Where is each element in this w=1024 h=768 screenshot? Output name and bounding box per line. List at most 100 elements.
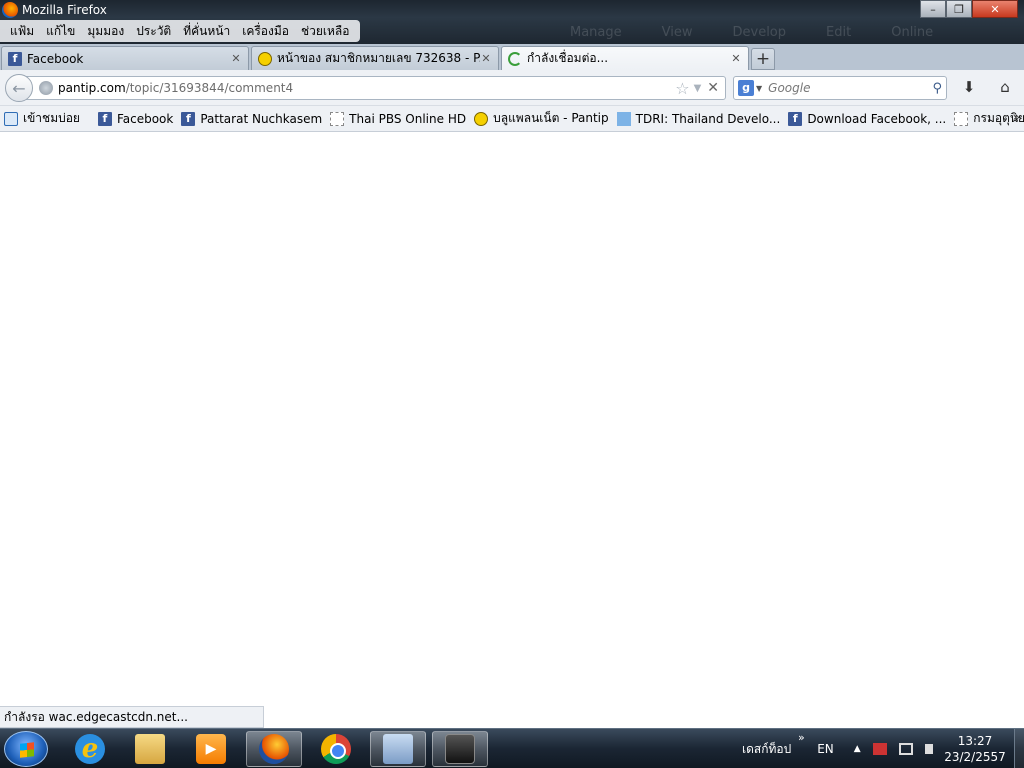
ghost-menu-item: View <box>661 24 693 40</box>
tab-label: กำลังเชื่อมต่อ... <box>527 51 609 65</box>
clock-time: 13:27 <box>957 734 993 748</box>
window-title: Mozilla Firefox <box>22 3 107 17</box>
tab-close-icon[interactable]: ✕ <box>480 52 492 65</box>
new-tab-button[interactable]: + <box>751 48 775 70</box>
url-bar[interactable]: pantip.com /topic/31693844/comment4 ☆ ▼ … <box>24 76 726 100</box>
status-bar: กำลังรอ wac.edgecastcdn.net... <box>0 706 264 728</box>
taskbar-file-explorer[interactable] <box>122 731 178 767</box>
firefox-logo-icon[interactable] <box>2 2 18 18</box>
taskbar-remote-desktop[interactable] <box>370 731 426 767</box>
taskbar-firefox[interactable] <box>246 731 302 767</box>
clock-date: 23/2/2557 <box>944 750 1006 764</box>
url-path: /topic/31693844/comment4 <box>125 81 294 95</box>
menu-bar: แฟ้ม แก้ไข มุมมอง ประวัติ ที่คั่นหน้า เค… <box>0 20 360 42</box>
network-icon[interactable] <box>898 743 913 755</box>
ghost-menu-item: Manage <box>570 24 622 40</box>
page-content[interactable] <box>0 132 1024 728</box>
taskbar-internet-explorer[interactable]: e <box>62 731 118 767</box>
bookmark-label: TDRI: Thailand Develo... <box>635 111 781 126</box>
search-icon[interactable]: ⚲ <box>932 81 942 96</box>
menu-edit[interactable]: แก้ไข <box>40 22 81 41</box>
maximize-button[interactable]: ❐ <box>946 0 972 18</box>
language-indicator[interactable]: EN <box>817 742 834 756</box>
blank-page-icon <box>330 111 345 126</box>
bookmarks-overflow-icon[interactable]: » <box>1013 110 1020 124</box>
facebook-icon: f <box>8 51 22 66</box>
history-dropdown-icon[interactable]: ▼ <box>694 83 702 94</box>
tab-label: Facebook <box>27 51 84 66</box>
downloads-icon[interactable]: ⬇ <box>958 78 980 98</box>
bookmark-label: เข้าชมบ่อย <box>23 111 80 125</box>
close-window-button[interactable]: ✕ <box>972 0 1018 18</box>
bookmark-label: Thai PBS Online HD <box>349 111 467 126</box>
bookmark-star-icon[interactable]: ☆ <box>675 79 689 98</box>
tab-facebook[interactable]: f Facebook ✕ <box>1 46 249 70</box>
system-tray: เดสก์ท็อป EN ▲ <box>742 729 945 768</box>
search-engine-dropdown-icon[interactable]: ▼ <box>756 84 762 93</box>
tab-close-icon[interactable]: ✕ <box>230 52 242 65</box>
internet-explorer-icon: e <box>75 734 105 764</box>
menu-view[interactable]: มุมมอง <box>81 22 130 41</box>
menu-tools[interactable]: เครื่องมือ <box>236 22 295 41</box>
search-bookmark-icon <box>4 111 18 126</box>
media-player-icon: ▶ <box>196 734 226 764</box>
camera-icon <box>445 734 475 764</box>
back-button[interactable]: ← <box>5 74 33 102</box>
bookmark-facebook[interactable]: f Facebook <box>97 111 174 126</box>
bookmark-label: บลูแพลนเน็ต - Pantip <box>493 111 609 125</box>
tdri-icon <box>616 111 631 126</box>
site-identity-icon[interactable] <box>39 81 53 95</box>
show-hidden-icons-icon[interactable]: ▲ <box>854 744 861 754</box>
home-icon[interactable]: ⌂ <box>994 78 1016 98</box>
menu-help[interactable]: ช่วยเหลือ <box>295 22 356 41</box>
search-input[interactable]: Google <box>768 81 932 95</box>
volume-icon[interactable] <box>924 744 933 754</box>
ghost-menu-item: Online <box>891 24 934 40</box>
blank-page-icon <box>954 111 969 126</box>
taskbar-media-player[interactable]: ▶ <box>183 731 239 767</box>
facebook-icon: f <box>181 111 196 126</box>
tab-bar: f Facebook ✕ หน้าของ สมาชิกหมายเลข 73263… <box>0 44 1024 70</box>
bookmark-thai-pbs[interactable]: Thai PBS Online HD <box>330 111 467 126</box>
smiley-icon <box>474 111 489 126</box>
folder-icon <box>135 734 165 764</box>
search-bar[interactable]: g ▼ Google ⚲ <box>733 76 947 100</box>
windows-logo-icon <box>20 742 34 758</box>
facebook-icon: f <box>97 111 112 126</box>
window-controls: – ❐ ✕ <box>920 0 1018 18</box>
show-desktop-button[interactable] <box>1014 729 1024 768</box>
desktop-toolbar-label[interactable]: เดสก์ท็อป <box>742 740 791 759</box>
remote-desktop-icon <box>383 734 413 764</box>
bookmark-tdri[interactable]: TDRI: Thailand Develo... <box>616 111 781 126</box>
stop-loading-icon[interactable]: ✕ <box>707 80 719 96</box>
tab-close-icon[interactable]: ✕ <box>730 52 742 65</box>
action-center-flag-icon[interactable] <box>872 743 887 755</box>
bookmark-most-visited[interactable]: เข้าชมบ่อย <box>4 109 80 128</box>
google-icon[interactable]: g <box>738 80 754 96</box>
bookmark-blue-planet[interactable]: บลูแพลนเน็ต - Pantip <box>474 109 609 128</box>
bookmark-pattarat[interactable]: f Pattarat Nuchkasem <box>181 111 322 126</box>
minimize-button[interactable]: – <box>920 0 946 18</box>
facebook-icon: f <box>788 111 803 126</box>
tab-loading[interactable]: กำลังเชื่อมต่อ... ✕ <box>501 46 749 70</box>
bookmark-download-facebook[interactable]: f Download Facebook, ... <box>788 111 946 126</box>
menu-bookmarks[interactable]: ที่คั่นหน้า <box>177 22 236 41</box>
background-window-menu: Manage View Develop Edit Online <box>570 22 1010 42</box>
loading-spinner-icon <box>508 51 522 66</box>
ghost-menu-item: Develop <box>732 24 787 40</box>
tab-member-page[interactable]: หน้าของ สมาชิกหมายเลข 732638 - P... ✕ <box>251 46 499 70</box>
bookmark-label: Facebook <box>116 111 174 126</box>
smiley-icon <box>258 51 272 66</box>
start-button[interactable] <box>4 731 48 767</box>
navigation-bar: pantip.com /topic/31693844/comment4 ☆ ▼ … <box>0 70 1024 106</box>
tab-label: หน้าของ สมาชิกหมายเลข 732638 - P... <box>277 51 480 65</box>
menu-history[interactable]: ประวัติ <box>130 22 177 41</box>
ghost-menu-item: Edit <box>826 24 852 40</box>
url-domain: pantip.com <box>58 81 126 95</box>
menu-file[interactable]: แฟ้ม <box>4 22 40 41</box>
title-bar: Mozilla Firefox Manage View Develop Edit… <box>0 0 1024 44</box>
taskbar-chrome[interactable] <box>308 731 364 767</box>
system-clock[interactable]: 13:27 23/2/2557 <box>940 733 1010 765</box>
taskbar-camera-app[interactable] <box>432 731 488 767</box>
taskbar: e ▶ » เดสก์ท็อป EN ▲ 13:27 23/2/2557 <box>0 728 1024 768</box>
